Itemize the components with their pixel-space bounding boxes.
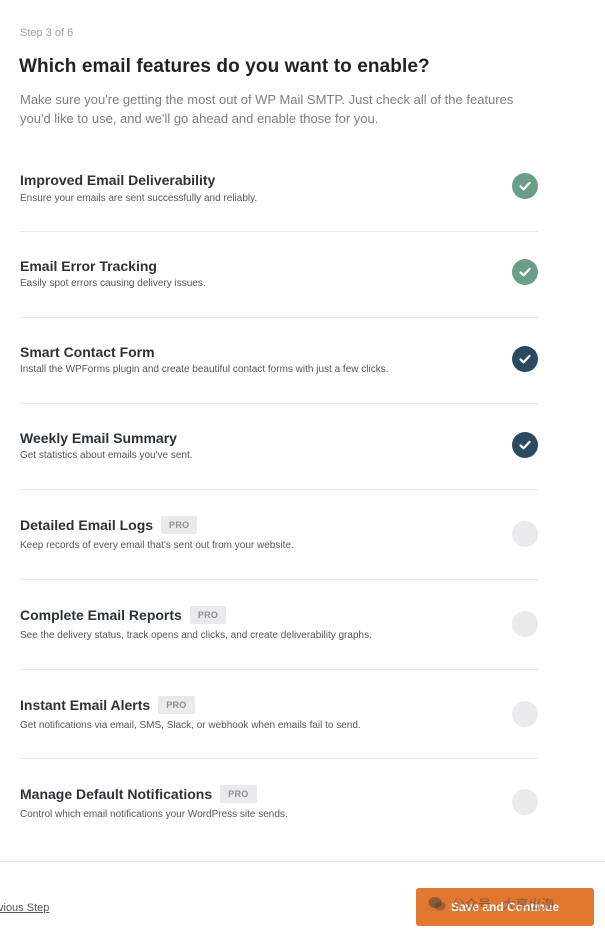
pro-badge: PRO	[220, 785, 257, 803]
feature-name: Smart Contact Form	[20, 344, 155, 360]
feature-title-row: Weekly Email Summary	[20, 430, 177, 446]
check-icon	[519, 440, 531, 450]
feature-name: Detailed Email Logs	[20, 517, 154, 533]
feature-name: Complete Email Reports	[20, 607, 182, 623]
page-title: Which email features do you want to enab…	[19, 56, 430, 77]
feature-description: Ensure your emails are sent successfully…	[20, 193, 258, 204]
feature-title-row: Email Error Tracking	[20, 258, 157, 274]
feature-checkbox[interactable]	[512, 701, 538, 727]
feature-title-row: Manage Default Notifications PRO	[20, 785, 257, 803]
intro-text: Make sure you're getting the most out of…	[20, 92, 514, 126]
check-icon	[519, 354, 531, 364]
feature-checkbox[interactable]	[512, 173, 538, 199]
pro-badge: PRO	[158, 696, 195, 714]
feature-title-row: Improved Email Deliverability	[20, 172, 215, 188]
feature-row[interactable]: Detailed Email Logs PRO Keep records of ev…	[20, 490, 538, 580]
feature-row[interactable]: Manage Default Notifications PRO Control w…	[20, 759, 538, 843]
feature-row[interactable]: Email Error Tracking Easily spot errors c…	[20, 232, 538, 318]
feature-description: Get statistics about emails you've sent.	[20, 450, 193, 461]
previous-step-link[interactable]: vious Step	[0, 902, 49, 914]
feature-name: Improved Email Deliverability	[20, 172, 216, 188]
feature-title-row: Detailed Email Logs PRO	[20, 516, 198, 534]
pro-badge: PRO	[161, 516, 198, 534]
feature-name: Instant Email Alerts	[20, 697, 151, 713]
setup-wizard-page: Step 3 of 6 Which email features do you …	[0, 0, 605, 930]
feature-description: Control which email notifications your W…	[20, 809, 288, 820]
save-and-continue-button[interactable]: Save and Continue	[416, 888, 594, 926]
feature-checkbox[interactable]	[512, 259, 538, 285]
check-icon	[519, 267, 531, 277]
feature-description: Get notifications via email, SMS, Slack,…	[20, 720, 361, 731]
feature-name: Weekly Email Summary	[20, 430, 177, 446]
feature-checkbox[interactable]	[512, 789, 538, 815]
footer-divider	[0, 861, 605, 862]
feature-description: Easily spot errors causing delivery issu…	[20, 278, 206, 289]
feature-checkbox[interactable]	[512, 432, 538, 458]
feature-row[interactable]: Improved Email Deliverability Ensure your…	[20, 148, 538, 232]
feature-checkbox[interactable]	[512, 346, 538, 372]
feature-title-row: Instant Email Alerts PRO	[20, 696, 195, 714]
feature-checkbox[interactable]	[512, 611, 538, 637]
feature-title-row: Smart Contact Form	[20, 344, 155, 360]
pro-badge: PRO	[189, 606, 227, 624]
feature-description: See the delivery status, track opens and…	[20, 630, 372, 641]
feature-title-row: Complete Email Reports PRO	[20, 606, 227, 624]
feature-checkbox[interactable]	[512, 521, 538, 547]
feature-row[interactable]: Weekly Email Summary Get statistics about…	[20, 404, 538, 490]
feature-description: Keep records of every email that's sent …	[20, 540, 294, 551]
feature-name: Manage Default Notifications	[20, 786, 213, 802]
check-icon	[519, 181, 531, 191]
feature-name: Email Error Tracking	[20, 258, 157, 274]
feature-description: Install the WPForms plugin and create be…	[20, 364, 389, 375]
feature-row[interactable]: Complete Email Reports PRO See the deliver…	[20, 580, 538, 670]
step-indicator: Step 3 of 6	[20, 27, 74, 39]
feature-row[interactable]: Smart Contact Form Install the WPForms pl…	[20, 318, 538, 404]
feature-list: Improved Email Deliverability Ensure your…	[20, 148, 538, 843]
feature-row[interactable]: Instant Email Alerts PRO Get notifications…	[20, 670, 538, 759]
